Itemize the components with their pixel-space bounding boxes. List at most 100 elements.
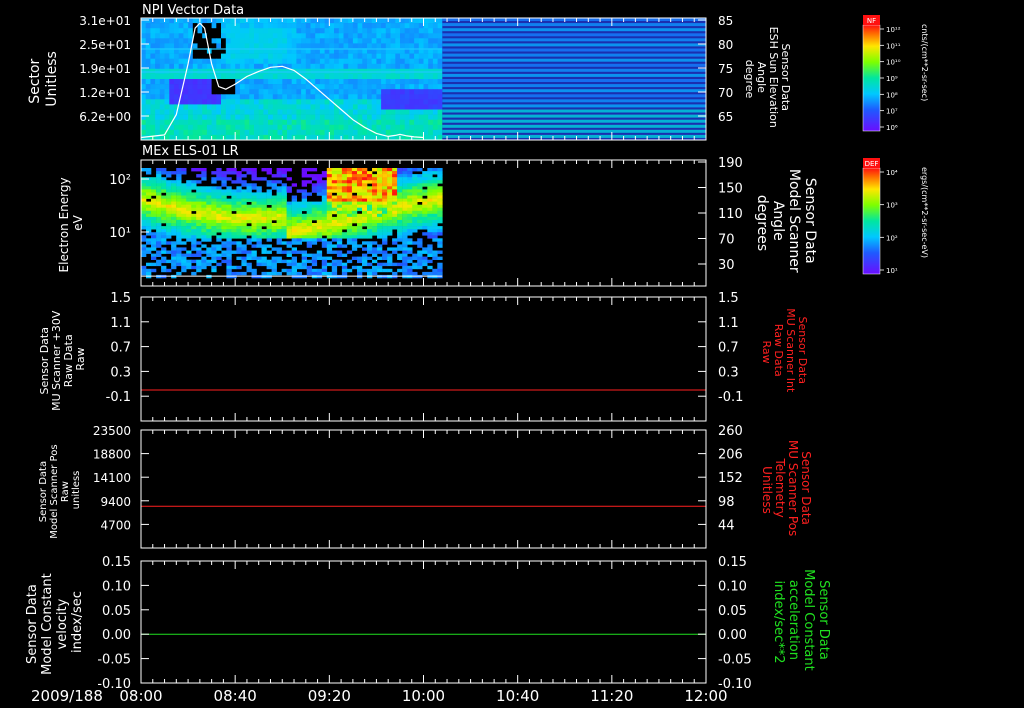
p2-heatmap-cell xyxy=(402,268,408,273)
p2-heatmap-cell xyxy=(221,226,227,230)
p2-heatmap-cell xyxy=(377,204,383,209)
p1-heatmap-cell xyxy=(432,58,438,65)
p2-heatmap-cell xyxy=(271,229,277,233)
p1-heatmap-cell xyxy=(357,43,363,49)
p2-heatmap-cell xyxy=(427,192,433,196)
p1-heatmap-cell xyxy=(301,23,307,29)
p2-heatmap-cell xyxy=(246,186,252,190)
p2-heatmap-cell xyxy=(211,198,217,202)
p1-heatmap-cell xyxy=(376,38,382,44)
p1-heatmap-cell xyxy=(272,124,278,131)
p2-heatmap-cell xyxy=(397,174,403,178)
p2-heatmap-cell xyxy=(407,229,413,233)
p3-right-label: Sensor Data MU Scanner Int Raw Data Raw xyxy=(760,308,809,396)
p1-heatmap-cell xyxy=(428,104,434,110)
p1-heatmap-cell xyxy=(277,38,283,44)
p2-heatmap-cell xyxy=(201,177,207,181)
p2-heatmap-cell xyxy=(346,226,353,230)
p2-heatmap-cell xyxy=(372,259,378,264)
p2-heatmap-cell xyxy=(336,180,343,184)
p1-heatmap-cell xyxy=(192,18,198,24)
p2-heatmap-cell xyxy=(301,204,307,209)
p1-heatmap-cell xyxy=(418,58,424,65)
p1-heatmap-cell xyxy=(291,124,297,131)
p2-heatmap-cell xyxy=(427,210,433,215)
p2-heatmap-cell xyxy=(186,262,192,267)
p1-heatmap-cell xyxy=(334,38,340,44)
p1-heatmap-cell xyxy=(192,99,198,105)
colorbar-tick-label: 10¹⁰ xyxy=(886,59,901,67)
p1-heatmap-cell xyxy=(216,33,222,39)
p1-heatmap-cell xyxy=(305,99,311,105)
p1-heatmap-cell xyxy=(418,79,424,85)
p1-heatmap-cell xyxy=(319,28,325,34)
p1-heatmap-cell xyxy=(404,28,410,34)
p2-heatmap-cell xyxy=(166,223,172,227)
p1-heatmap-cell xyxy=(225,89,231,95)
p2-heatmap-cell xyxy=(221,216,227,221)
p2-heatmap-cell xyxy=(176,177,182,181)
p2-heatmap-cell xyxy=(367,207,373,212)
colorbar-nf: NF 10¹²10¹¹10¹⁰10⁹10⁸10⁷10⁶ cnts/(cm**2-… xyxy=(862,15,929,132)
p2-heatmap-cell xyxy=(156,186,162,190)
p1-heatmap-cell xyxy=(423,33,429,39)
p2-heatmap-cell xyxy=(357,226,363,230)
p2-heatmap-cell xyxy=(387,232,393,236)
p2-heatmap-cell xyxy=(206,192,212,196)
p2-heatmap-cell xyxy=(241,183,247,187)
p1-heatmap-cell xyxy=(414,104,420,110)
p1-heatmap-cell xyxy=(343,124,349,131)
p1-heatmap-cell xyxy=(428,33,434,39)
p2-heatmap-cell xyxy=(216,198,222,202)
p1-heatmap-cell xyxy=(395,43,401,49)
p2-heatmap-cell xyxy=(171,183,177,187)
p2-heatmap-cell xyxy=(141,253,147,257)
p1-heatmap-cell xyxy=(352,94,358,100)
p1-heatmap-cell xyxy=(395,53,401,59)
p1-heatmap-cell xyxy=(183,129,189,136)
p2-heatmap-cell xyxy=(201,265,207,270)
p2-heatmap-cell xyxy=(397,235,403,239)
p1-heatmap-cell xyxy=(225,129,231,136)
p1-heatmap-cell xyxy=(428,124,434,131)
p2-heatmap-cell xyxy=(196,229,202,233)
p1-heatmap-cell xyxy=(216,89,222,95)
p2-heatmap-cell xyxy=(261,168,267,172)
p1-heatmap-cell xyxy=(249,28,255,34)
p2-heatmap-cell xyxy=(156,183,162,187)
p2-heatmap-cell xyxy=(316,183,323,187)
p2-heatmap-cell xyxy=(407,174,413,178)
p2-heatmap-cell xyxy=(146,238,152,242)
p2-heatmap-cell xyxy=(291,213,297,218)
p2-heatmap-cell xyxy=(362,223,368,227)
p2-heatmap-cell xyxy=(291,268,297,273)
p1-heatmap-cell xyxy=(338,94,344,100)
p2-heatmap-cell xyxy=(146,213,152,218)
p1-heatmap-cell xyxy=(169,18,175,24)
p2-heatmap-cell xyxy=(286,271,292,276)
p2-heatmap-cell xyxy=(266,271,272,276)
p2-heatmap-cell xyxy=(331,189,338,193)
p2-heatmap-cell xyxy=(377,198,383,202)
p1-heatmap-cell xyxy=(206,73,212,80)
p2-heatmap-cell xyxy=(351,226,358,230)
p2-heatmap-cell xyxy=(271,201,277,205)
p1-heatmap-cell xyxy=(155,38,161,44)
p2-heatmap-cell xyxy=(427,174,433,178)
p1-heatmap-cell xyxy=(376,63,382,70)
p2-heatmap-cell xyxy=(151,256,157,260)
p2-heatmap-cell xyxy=(422,183,428,187)
p2-heatmap-cell xyxy=(351,213,358,218)
p1-heatmap-cell xyxy=(329,109,335,115)
p2-heatmap-cell xyxy=(191,226,197,230)
p2-heatmap-cell xyxy=(246,210,252,215)
p1-heatmap-cell xyxy=(174,73,180,80)
p2-heatmap-cell xyxy=(196,174,202,178)
p2-heatmap-cell xyxy=(246,198,252,202)
p2-heatmap-cell xyxy=(427,195,433,199)
p2-heatmap-cell xyxy=(231,198,237,202)
p1-heatmap-cell xyxy=(197,28,203,34)
p1-heatmap-cell xyxy=(282,104,288,110)
p2-heatmap-cell xyxy=(166,229,172,233)
p2-heatmap-cell xyxy=(412,262,418,267)
